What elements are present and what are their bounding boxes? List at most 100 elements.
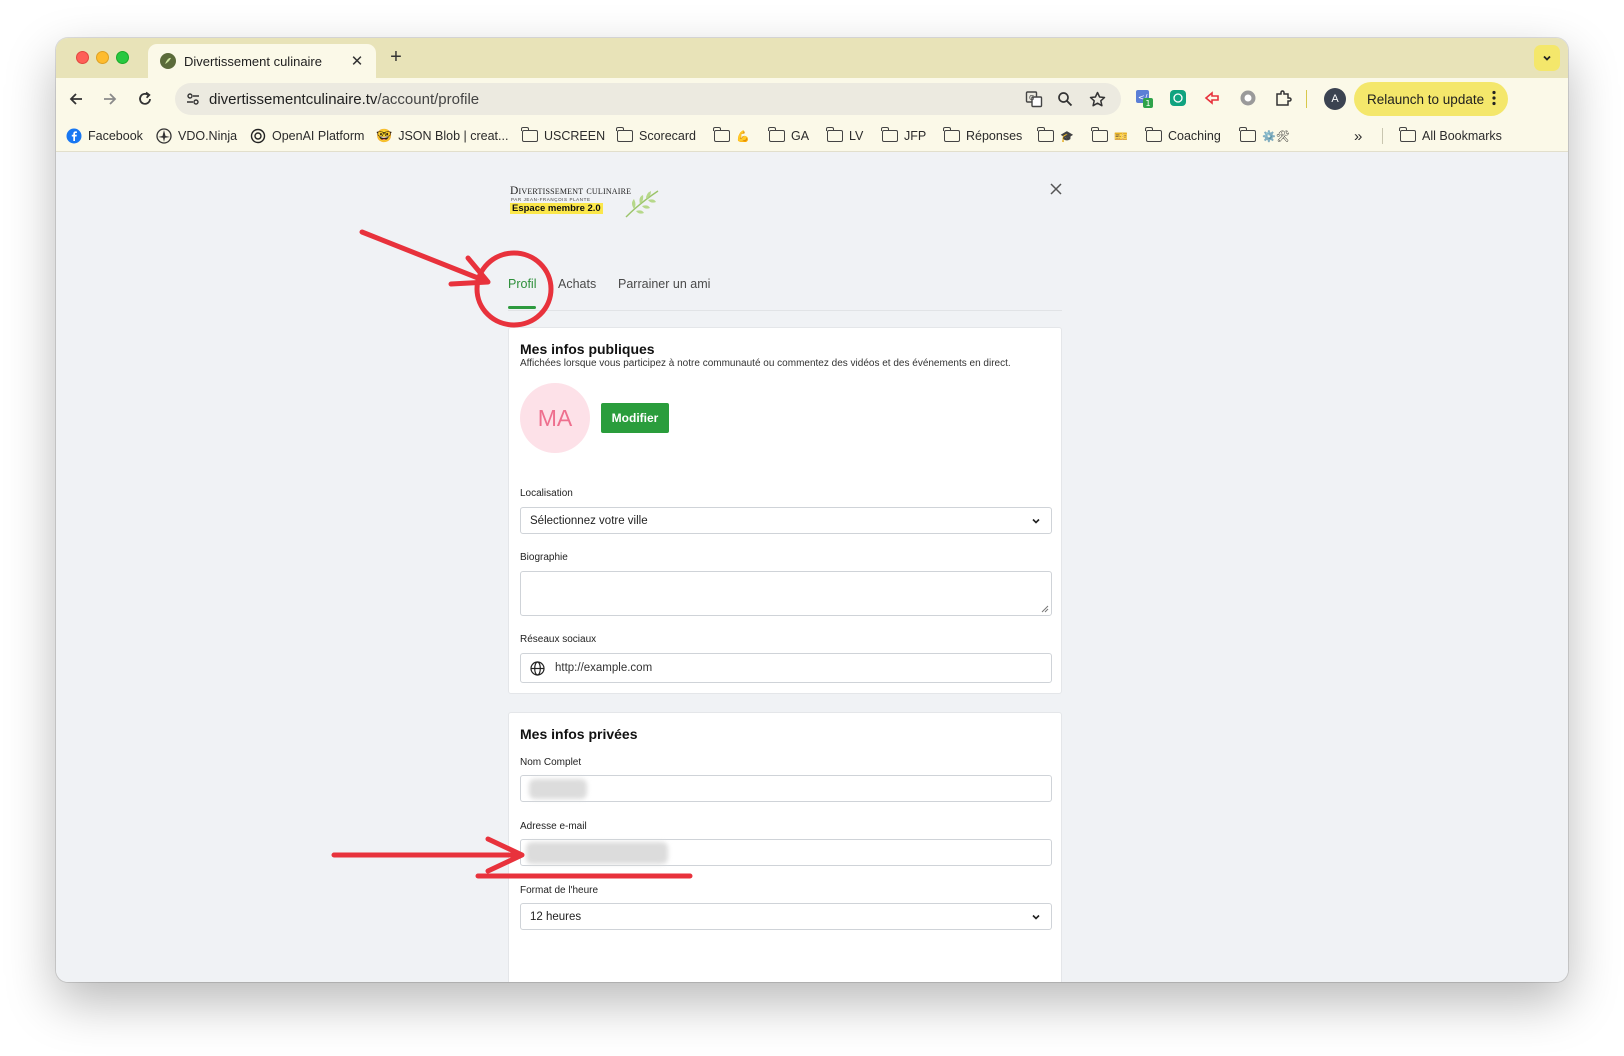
bookmark-label: ⚙️🛠: [1262, 130, 1290, 143]
folder-icon: [881, 127, 898, 142]
private-info-card: Mes infos privées Nom Complet Adresse e-…: [508, 712, 1062, 982]
address-bar[interactable]: divertissementculinaire.tv/account/profi…: [175, 83, 1121, 115]
bookmark-label: 🎫: [1114, 130, 1128, 143]
bookmark-facebook[interactable]: Facebook: [66, 127, 143, 145]
bookmark-label: JSON Blob | creat...: [398, 129, 509, 143]
folder-icon: [521, 127, 538, 142]
new-tab-button[interactable]: +: [384, 46, 408, 70]
bookmark-star-icon[interactable]: [1087, 89, 1107, 109]
forward-button[interactable]: [98, 87, 122, 111]
maximize-window-button[interactable]: [116, 51, 129, 64]
bookmark-folder-jfp[interactable]: JFP: [881, 127, 927, 145]
folder-icon: [1091, 127, 1108, 142]
account-tabs: Profil Achats Parrainer un ami: [508, 261, 1062, 311]
time-format-select[interactable]: 12 heures: [520, 903, 1052, 930]
bio-textarea[interactable]: [520, 571, 1052, 616]
site-logo[interactable]: Divertissement culinaire PAR JEAN-FRANÇO…: [510, 185, 670, 219]
bookmark-folder-graduation[interactable]: 🎓: [1037, 127, 1074, 145]
site-settings-icon[interactable]: [183, 89, 203, 109]
chevron-down-icon: [1032, 518, 1040, 524]
browser-tab[interactable]: Divertissement culinaire ✕: [148, 44, 376, 78]
close-page-button[interactable]: [1048, 181, 1068, 201]
redacted-email: [526, 842, 668, 864]
extension-share-icon[interactable]: [1202, 88, 1222, 108]
extension-chatgpt-icon[interactable]: [1168, 88, 1188, 108]
arrow-right-icon: [104, 93, 117, 105]
url-path: /account/profile: [377, 90, 480, 108]
browser-window: Divertissement culinaire ✕ + divertissem…: [56, 38, 1568, 982]
bookmark-label: JFP: [904, 129, 927, 143]
bookmark-folder-reponses[interactable]: Réponses: [943, 127, 1022, 145]
social-url-input[interactable]: http://example.com: [520, 653, 1052, 683]
site-favicon-icon: [160, 53, 176, 69]
bookmark-openai-platform[interactable]: OpenAI Platform: [250, 127, 364, 145]
folder-icon: [768, 127, 785, 142]
extensions-puzzle-icon[interactable]: [1273, 88, 1293, 108]
time-format-value: 12 heures: [530, 910, 582, 923]
bookmark-folder-muscle[interactable]: 💪: [713, 127, 750, 145]
extension-badge: 1: [1146, 99, 1151, 108]
bookmarks-overflow-button[interactable]: »: [1354, 127, 1362, 145]
tab-strip: Divertissement culinaire ✕ +: [56, 38, 1568, 78]
browser-toolbar: divertissementculinaire.tv/account/profi…: [56, 78, 1568, 120]
tab-achats[interactable]: Achats: [558, 277, 596, 291]
folder-icon: [826, 127, 843, 142]
extension-devtools-icon[interactable]: </1: [1134, 88, 1154, 108]
redacted-name: [529, 779, 587, 799]
tab-parrainer[interactable]: Parrainer un ami: [618, 277, 710, 291]
bookmark-folder-lv[interactable]: LV: [826, 127, 864, 145]
bookmark-label: 💪: [736, 130, 750, 143]
translate-icon[interactable]: G: [1024, 89, 1044, 109]
time-format-label: Format de l'heure: [520, 885, 599, 896]
fullname-input[interactable]: [520, 775, 1052, 802]
reload-button[interactable]: [133, 87, 157, 111]
minimize-window-button[interactable]: [96, 51, 109, 64]
bookmark-label: LV: [849, 129, 864, 143]
more-vert-icon: [1492, 90, 1496, 106]
bookmark-vdo-ninja[interactable]: VDO.Ninja: [156, 127, 237, 145]
all-bookmarks-button[interactable]: All Bookmarks: [1399, 127, 1502, 145]
bookmarks-divider: [1382, 128, 1383, 144]
bookmark-label: 🎓: [1060, 130, 1074, 143]
back-button[interactable]: [64, 87, 88, 111]
zoom-icon[interactable]: [1055, 89, 1075, 109]
folder-icon: [943, 127, 960, 142]
close-window-button[interactable]: [76, 51, 89, 64]
folder-icon: [1399, 127, 1416, 142]
bookmark-folder-coaching[interactable]: Coaching: [1145, 127, 1221, 145]
url-domain: divertissementculinaire.tv: [209, 90, 378, 108]
edit-avatar-button[interactable]: Modifier: [601, 403, 669, 433]
chevron-down-icon: [1032, 914, 1040, 920]
tab-profil[interactable]: Profil: [508, 277, 536, 291]
bookmark-label: GA: [791, 129, 810, 143]
folder-icon: [1145, 127, 1162, 142]
bookmark-folder-scorecard[interactable]: Scorecard: [616, 127, 696, 145]
bookmark-folder-ga[interactable]: GA: [768, 127, 810, 145]
email-input[interactable]: [520, 839, 1052, 866]
public-info-card: Mes infos publiques Affichées lorsque vo…: [508, 327, 1062, 694]
extension-record-icon[interactable]: [1238, 88, 1258, 108]
profile-initial: A: [1324, 88, 1346, 110]
all-bookmarks-label: All Bookmarks: [1422, 129, 1502, 143]
url-text: divertissementculinaire.tv/account/profi…: [209, 91, 479, 108]
tab-close-icon[interactable]: ✕: [348, 52, 366, 70]
profile-avatar[interactable]: A: [1323, 87, 1347, 111]
folder-icon: [713, 127, 730, 142]
bookmark-json-blob[interactable]: 🤓 JSON Blob | creat...: [376, 127, 508, 145]
bookmark-label: USCREEN: [544, 129, 606, 143]
location-label: Localisation: [520, 488, 573, 499]
bookmark-folder-uscreen[interactable]: USCREEN: [521, 127, 606, 145]
relaunch-button[interactable]: Relaunch to update: [1354, 82, 1508, 116]
page-content: Divertissement culinaire PAR JEAN-FRANÇO…: [56, 153, 1568, 982]
globe-icon: [530, 661, 545, 676]
bookmark-folder-tools[interactable]: ⚙️🛠: [1239, 127, 1290, 145]
bio-label: Biographie: [520, 552, 568, 563]
bookmarks-bar: Facebook VDO.Ninja OpenAI Platform 🤓 JSO…: [56, 120, 1568, 152]
bookmark-label: Facebook: [88, 129, 143, 143]
resize-handle-icon[interactable]: [1041, 605, 1049, 613]
openai-icon: [250, 128, 266, 144]
tab-search-button[interactable]: [1534, 45, 1560, 71]
bookmark-folder-ticket[interactable]: 🎫: [1091, 127, 1128, 145]
location-select[interactable]: Sélectionnez votre ville: [520, 507, 1052, 534]
double-chevron-icon: »: [1354, 127, 1363, 145]
